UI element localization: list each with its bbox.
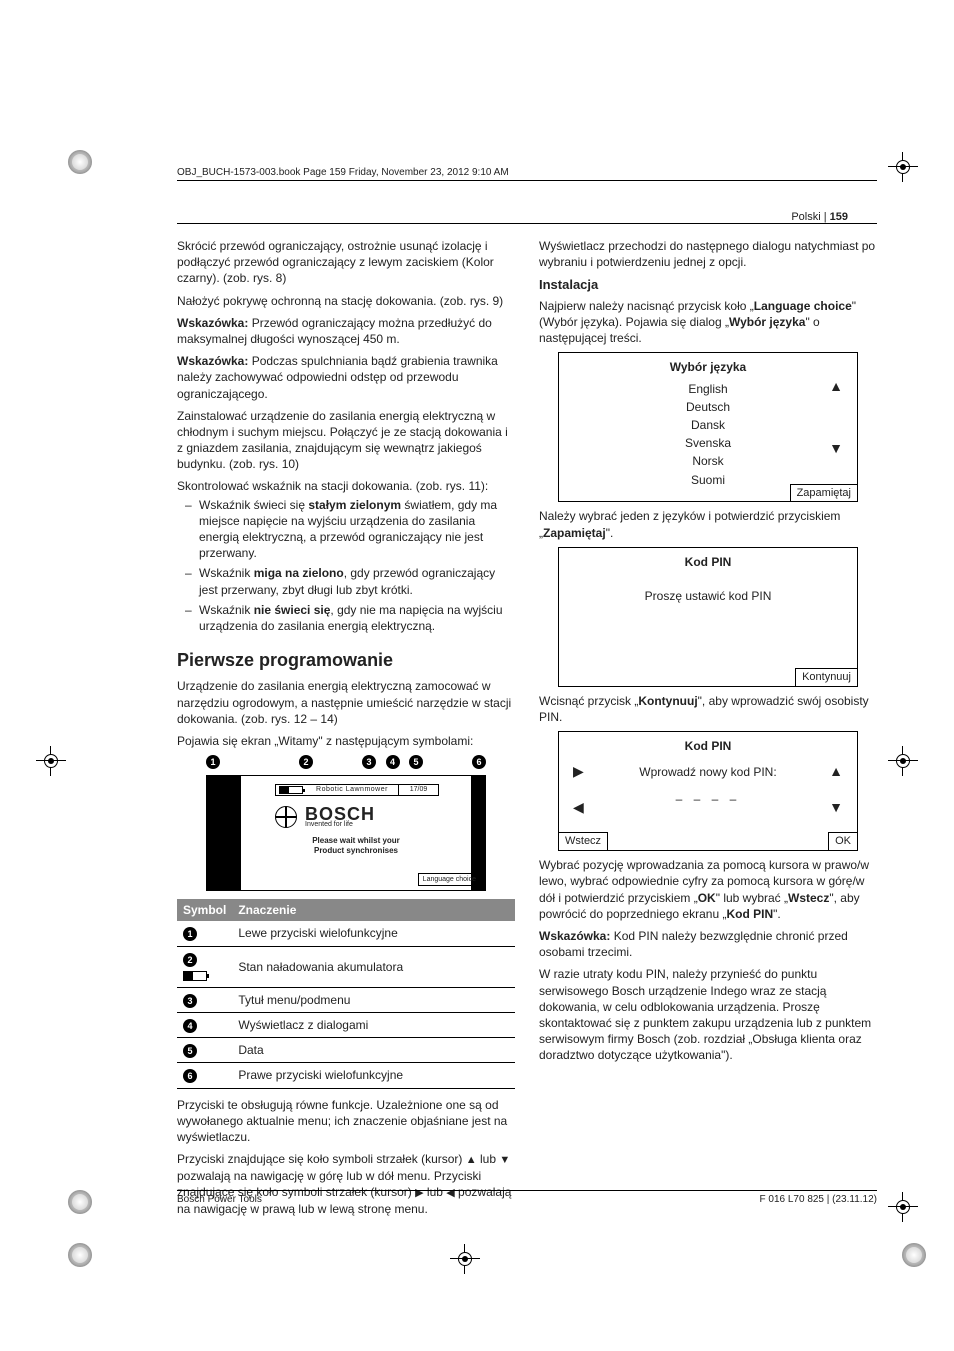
footer-right: F 016 L70 825 | (23.11.12) (760, 1194, 878, 1205)
right-arrow-icon: ▶ (573, 762, 584, 781)
left-column: Skrócić przewód ograniczający, ostrożnie… (177, 238, 515, 1223)
mower-label: Robotic Lawnmower (306, 785, 398, 794)
screen-message: Wprowadź nowy kod PIN: (567, 764, 849, 780)
crop-mark (888, 746, 918, 776)
callout-6: 6 (472, 755, 486, 769)
crop-mark (888, 1192, 918, 1222)
callout-4: 4 (386, 755, 400, 769)
down-arrow-icon: ▼ (829, 798, 843, 817)
body-text: Zainstalować urządzenie do zasilania ene… (177, 408, 515, 473)
right-column: Wyświetlacz przechodzi do następnego dia… (539, 238, 877, 1223)
body-text: Skontrolować wskaźnik na stacji dokowani… (177, 478, 515, 494)
ok-button: OK (828, 832, 858, 851)
registration-mark (68, 150, 92, 174)
source-file-path: OBJ_BUCH-1573-003.book Page 159 Friday, … (177, 166, 877, 181)
battery-icon (183, 971, 207, 981)
table-row: 6Prawe przyciski wielofunkcyjne (177, 1063, 515, 1088)
date-label: 17/09 (398, 785, 438, 794)
language-choice-button: Language choice (418, 873, 481, 886)
table-row: 2 Stan naładowania akumulatora (177, 946, 515, 987)
crop-mark (450, 1244, 480, 1274)
body-text: Przyciski znajdujące się koło symboli st… (177, 1151, 515, 1217)
pin-entry-screen: Kod PIN Wprowadź nowy kod PIN: – – – – ▶… (558, 731, 858, 851)
sync-text: Product synchronises (291, 846, 421, 857)
page-footer: Bosch Power Tools F 016 L70 825 | (23.11… (177, 1190, 877, 1205)
body-text: Wskazówka: Podczas spulchniania bądź gra… (177, 353, 515, 402)
up-arrow-icon: ▲ (466, 1154, 477, 1166)
back-button: Wstecz (558, 832, 608, 851)
save-button: Zapamiętaj (790, 484, 858, 503)
list-item: Wskaźnik świeci się stałym zielonym świa… (185, 497, 515, 562)
screen-title: Kod PIN (567, 738, 849, 754)
body-text: Przyciski te obsługują równe funkcje. Uz… (177, 1097, 515, 1146)
body-text: Wskazówka: Kod PIN należy bezwzględnie c… (539, 928, 877, 960)
body-text: Wybrać pozycję wprowadzania za pomocą ku… (539, 857, 877, 922)
pin-prompt-screen: Kod PIN Proszę ustawić kod PIN Kontynuuj (558, 547, 858, 687)
page-label: Polski | 159 (791, 211, 848, 223)
body-text: Wcisnąć przycisk „Kontynuuj", aby wprowa… (539, 693, 877, 725)
body-text: Najpierw należy nacisnąć przycisk koło „… (539, 298, 877, 347)
callout-1: 1 (206, 755, 220, 769)
callout-3: 3 (362, 755, 376, 769)
body-text: Urządzenie do zasilania energią elektryc… (177, 678, 515, 727)
welcome-screen-illustration: Robotic Lawnmower 17/09 BOSCH Invented f… (206, 775, 486, 891)
crop-mark (888, 152, 918, 182)
language-select-screen: Wybór języka English Deutsch Dansk Svens… (558, 352, 858, 502)
list-item: Deutsch (567, 398, 849, 416)
table-row: 3Tytuł menu/podmenu (177, 987, 515, 1012)
left-arrow-icon: ◀ (573, 798, 584, 817)
table-row: 5Data (177, 1038, 515, 1063)
battery-icon (279, 786, 303, 794)
screen-title: Wybór języka (567, 359, 849, 375)
list-item: Svenska (567, 434, 849, 452)
pin-placeholder: – – – – (567, 791, 849, 807)
table-row: 4Wyświetlacz z dialogami (177, 1013, 515, 1038)
brand-tagline: Invented for life (305, 820, 353, 829)
crop-mark (36, 746, 66, 776)
body-text: Skrócić przewód ograniczający, ostrożnie… (177, 238, 515, 287)
screen-title: Kod PIN (567, 554, 849, 570)
up-arrow-icon: ▲ (829, 377, 843, 396)
col-symbol: Symbol (177, 899, 232, 921)
callout-5: 5 (409, 755, 423, 769)
continue-button: Kontynuuj (795, 668, 858, 687)
registration-mark (68, 1243, 92, 1267)
header-rule (177, 223, 877, 224)
callout-numbers: 1 2 3 4 5 6 (206, 755, 486, 769)
down-arrow-icon: ▼ (499, 1154, 510, 1166)
body-text: Wskazówka: Przewód ograniczający można p… (177, 315, 515, 347)
registration-mark (68, 1190, 92, 1214)
body-text: Należy wybrać jeden z języków i potwierd… (539, 508, 877, 540)
body-text: Nałożyć pokrywę ochronną na stację dokow… (177, 293, 515, 309)
table-row: 1Lewe przyciski wielofunkcyjne (177, 921, 515, 946)
list-item: Wskaźnik nie świeci się, gdy nie ma napi… (185, 602, 515, 634)
screen-message: Proszę ustawić kod PIN (567, 588, 849, 604)
language-list: English Deutsch Dansk Svenska Norsk Suom… (567, 380, 849, 489)
subsection-heading: Instalacja (539, 276, 877, 294)
list-item: Dansk (567, 416, 849, 434)
symbol-table: SymbolZnaczenie 1Lewe przyciski wielofun… (177, 899, 515, 1089)
footer-left: Bosch Power Tools (177, 1194, 262, 1205)
callout-2: 2 (299, 755, 313, 769)
body-text: Pojawia się ekran „Witamy" z następujący… (177, 733, 515, 749)
list-item: Norsk (567, 452, 849, 470)
globe-icon (275, 806, 297, 828)
registration-mark (902, 1243, 926, 1267)
indicator-list: Wskaźnik świeci się stałym zielonym świa… (177, 497, 515, 635)
body-text: W razie utraty kodu PIN, należy przynieś… (539, 966, 877, 1063)
col-meaning: Znaczenie (232, 899, 515, 921)
up-arrow-icon: ▲ (829, 762, 843, 781)
list-item: English (567, 380, 849, 398)
section-heading: Pierwsze programowanie (177, 648, 515, 672)
down-arrow-icon: ▼ (829, 439, 843, 458)
list-item: Wskaźnik miga na zielono, gdy przewód og… (185, 565, 515, 597)
body-text: Wyświetlacz przechodzi do następnego dia… (539, 238, 877, 270)
